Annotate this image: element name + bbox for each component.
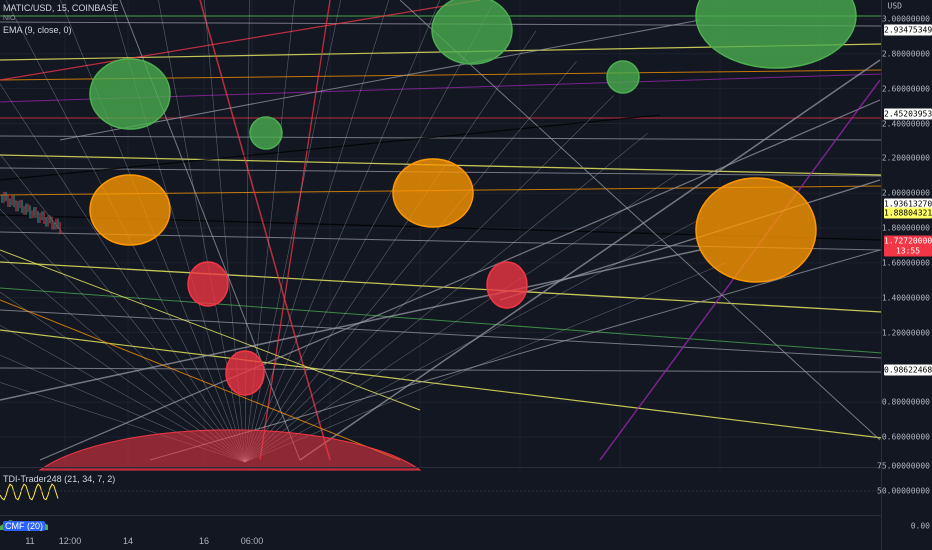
trend-line [259, 0, 331, 461]
fan-line [244, 0, 341, 463]
currency-label: USD [887, 1, 902, 11]
price-tick-label: 1.60000000 [881, 258, 930, 268]
tdi-legend[interactable]: TDI-Trader248 (21, 34, 7, 2) [3, 474, 115, 484]
time-tick-label: 14 [122, 536, 134, 546]
price-tick-label: 2.40000000 [881, 119, 930, 128]
pane-separator[interactable] [0, 467, 882, 468]
cmf-legend[interactable]: CMF (20) [3, 521, 45, 531]
trend-line [0, 249, 701, 401]
price-tag: 0.98622468 [884, 364, 932, 376]
trend-line [199, 0, 331, 461]
highlight-ellipse [225, 350, 265, 396]
highlight-ellipse [486, 261, 528, 309]
price-tag: 2.93475349 [884, 24, 932, 36]
price-tick-label: 1.20000000 [881, 328, 930, 337]
fan-line [244, 0, 390, 463]
highlight-ellipse [89, 174, 171, 246]
price-axis[interactable]: USD 3.00000000 2.80000000 2.60000000 2.4000… [877, 0, 932, 550]
price-tick-label: 3.00000000 [881, 14, 930, 24]
fan-line [244, 4, 493, 463]
symbol-title: MATIC/USD, 15, COINBASE [3, 3, 119, 13]
price-tag: 1.88804321 [884, 207, 932, 219]
symbol-subtitle: NIO [3, 15, 16, 22]
price-tag: 13:55 [884, 245, 932, 257]
highlight-ellipse [695, 177, 817, 283]
trend-line [0, 309, 883, 359]
highlight-ellipse [89, 58, 171, 130]
highlight-ellipse [187, 261, 229, 307]
highlight-ellipse [606, 60, 640, 94]
trend-line [499, 179, 881, 301]
highlight-ellipse [249, 116, 283, 150]
time-tick-label: 06:00 [240, 536, 264, 546]
price-tick-label: 2.20000000 [881, 153, 930, 163]
pane-tick-label: 0.00 [910, 521, 930, 531]
price-tick-label: 0.60000000 [881, 432, 930, 442]
highlight-ellipse [431, 0, 513, 65]
price-tick-label: 0.80000000 [881, 397, 930, 407]
price-tick-label: 2.60000000 [881, 84, 930, 94]
time-tick-label: 12:00 [58, 536, 82, 546]
time-tick-label: 16 [198, 536, 210, 546]
highlight-ellipse [392, 158, 474, 228]
pane-tick-label: 75.00000000 [877, 461, 930, 471]
price-tag: 2.45203953 [884, 108, 932, 120]
fan-line [244, 262, 726, 463]
price-tick-label: 2.80000000 [881, 49, 930, 59]
tdi-line [0, 483, 59, 501]
price-tick-label: 1.80000000 [881, 223, 930, 233]
fan-line [244, 0, 441, 463]
ema-legend[interactable]: EMA (9, close, 0) [3, 25, 72, 35]
price-tick-label: 2.00000000 [881, 188, 930, 198]
price-tick-label: 1.40000000 [881, 293, 930, 303]
time-tick-label: 11 [25, 536, 35, 546]
pane-separator[interactable] [0, 515, 882, 516]
fan-line [244, 216, 704, 463]
pane-tick-label: 50.00000000 [877, 486, 930, 496]
